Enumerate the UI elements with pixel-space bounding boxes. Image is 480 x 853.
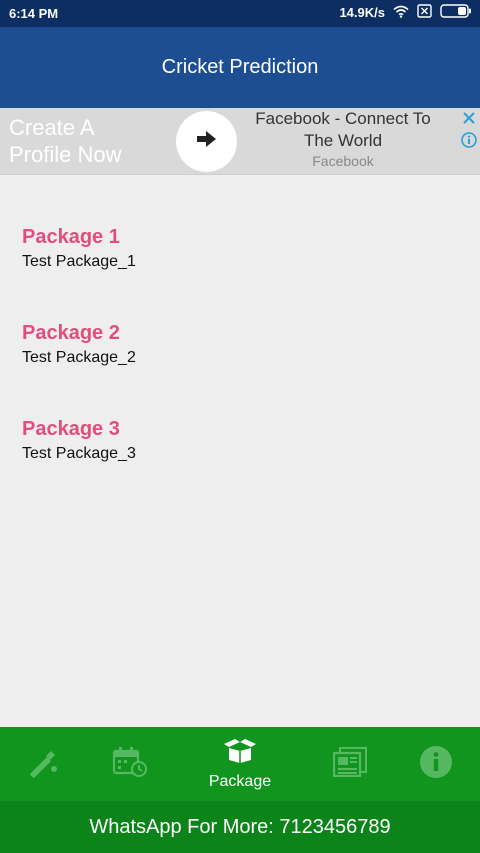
no-sim-icon bbox=[417, 4, 432, 21]
whatsapp-contact-bar[interactable]: WhatsApp For More: 7123456789 bbox=[0, 801, 480, 853]
nav-item-news[interactable] bbox=[326, 727, 374, 801]
package-title: Package 3 bbox=[22, 418, 120, 440]
package-list: Package 1 Test Package_1 Package 2 Test … bbox=[22, 222, 462, 510]
package-icon bbox=[223, 738, 257, 769]
arrow-right-icon bbox=[196, 131, 217, 152]
ad-title[interactable]: Facebook - Connect To The World bbox=[246, 108, 440, 152]
package-item[interactable]: Package 3 Test Package_3 bbox=[22, 414, 462, 510]
nav-item-package[interactable]: Package bbox=[195, 727, 285, 801]
ad-close-icon[interactable] bbox=[461, 110, 477, 131]
info-icon bbox=[419, 745, 453, 784]
page-title: Cricket Prediction bbox=[161, 56, 319, 78]
nav-label-package: Package bbox=[208, 772, 272, 790]
news-icon bbox=[332, 746, 367, 782]
nav-item-info[interactable] bbox=[412, 727, 460, 801]
package-description: Test Package_3 bbox=[22, 445, 136, 462]
package-item[interactable]: Package 2 Test Package_2 bbox=[22, 318, 462, 414]
battery-icon bbox=[440, 4, 472, 21]
package-description: Test Package_1 bbox=[22, 253, 136, 270]
app-bar: Cricket Prediction bbox=[0, 27, 480, 108]
network-speed: 14.9K/s bbox=[339, 5, 385, 20]
calendar-clock-icon bbox=[112, 746, 148, 783]
ad-banner[interactable]: Create A Profile Now Facebook - Connect … bbox=[0, 108, 480, 175]
ad-advertiser: Facebook bbox=[312, 153, 374, 169]
bottom-nav: Package bbox=[0, 727, 480, 801]
wifi-icon bbox=[393, 5, 409, 21]
package-title: Package 1 bbox=[22, 226, 120, 248]
ad-info-icon[interactable] bbox=[461, 132, 477, 153]
whatsapp-contact-text: WhatsApp For More: 7123456789 bbox=[89, 815, 391, 838]
nav-item-predictions[interactable] bbox=[20, 727, 68, 801]
package-description: Test Package_2 bbox=[22, 349, 136, 366]
status-bar: 6:14 PM 14.9K/s bbox=[0, 0, 480, 27]
nav-item-schedule[interactable] bbox=[106, 727, 154, 801]
status-icons: 14.9K/s bbox=[339, 4, 472, 21]
package-item[interactable]: Package 1 Test Package_1 bbox=[22, 222, 462, 318]
status-time: 6:14 PM bbox=[9, 6, 59, 21]
ad-open-button[interactable] bbox=[176, 111, 237, 172]
ad-left-text: Create A Profile Now bbox=[9, 115, 122, 167]
package-title: Package 2 bbox=[22, 322, 120, 344]
cricket-bat-icon bbox=[27, 745, 61, 784]
